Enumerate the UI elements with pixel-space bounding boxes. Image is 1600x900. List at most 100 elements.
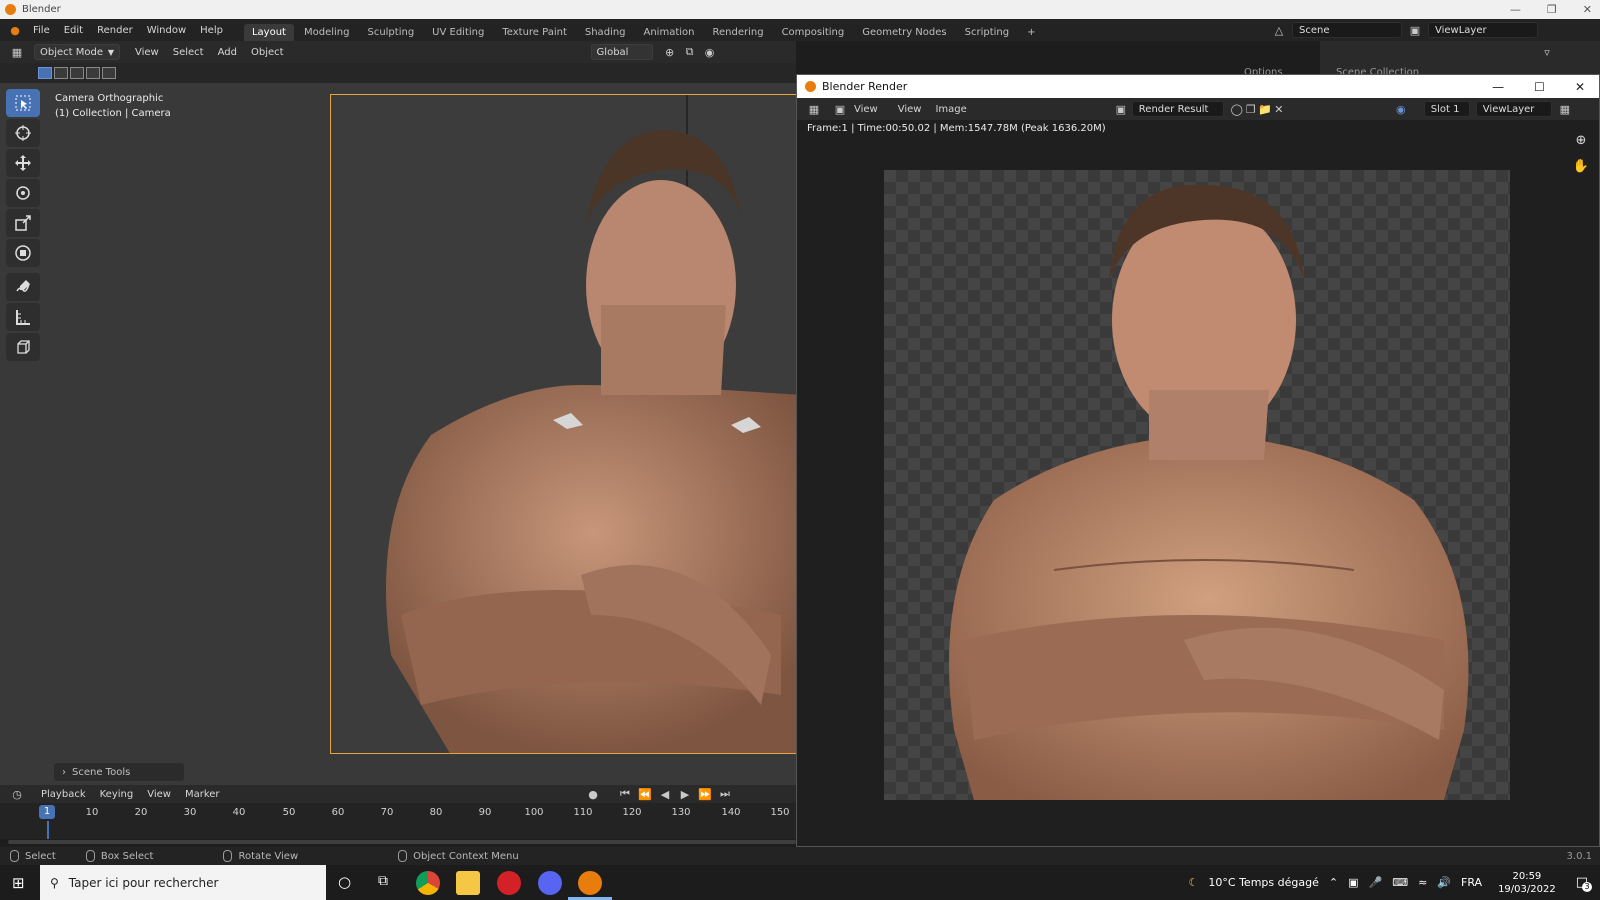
tray-app-icon[interactable]: ▣ [1348, 876, 1358, 889]
prev-keyframe-icon[interactable]: ⏪ [638, 787, 652, 801]
volume-icon[interactable]: 🔊 [1437, 876, 1451, 889]
menu-file[interactable]: File [26, 25, 57, 36]
tab-scripting[interactable]: Scripting [957, 24, 1017, 41]
image-browse-icon[interactable]: ▣ [1114, 102, 1128, 116]
view-layer-icon[interactable]: ▣ [1408, 23, 1422, 37]
image-view-mode-icon[interactable]: ▣ [833, 102, 847, 116]
snap-icon[interactable]: ⧉ [683, 45, 697, 59]
cursor-tool[interactable] [6, 119, 40, 147]
chrome-icon[interactable] [416, 871, 440, 895]
transform-tool[interactable] [6, 239, 40, 267]
notification-icon[interactable]: □ 3 [1576, 875, 1592, 892]
menu-timeline-view[interactable]: View [140, 789, 178, 800]
menu-help[interactable]: Help [193, 25, 230, 36]
tab-uv-editing[interactable]: UV Editing [424, 24, 492, 41]
vp-menu-add[interactable]: Add [211, 47, 244, 58]
play-icon[interactable]: ▶ [678, 787, 692, 801]
cortana-icon[interactable]: ○ [338, 873, 351, 891]
select-extend-button[interactable] [54, 67, 68, 79]
maximize-icon[interactable]: ☐ [1534, 80, 1545, 94]
timeline-scrollbar[interactable] [8, 840, 796, 844]
menu-marker[interactable]: Marker [178, 789, 227, 800]
rotate-tool[interactable] [6, 179, 40, 207]
unlink-icon[interactable]: ✕ [1272, 102, 1286, 116]
close-icon[interactable]: ✕ [1583, 3, 1592, 16]
render-result-image[interactable] [884, 170, 1510, 800]
weather-text[interactable]: 10°C Temps dégagé [1208, 876, 1318, 889]
blender-taskbar-icon[interactable] [578, 871, 602, 895]
language-indicator[interactable]: FRA [1461, 876, 1482, 889]
blender-menu-icon[interactable]: ● [8, 23, 22, 37]
tab-modeling[interactable]: Modeling [296, 24, 358, 41]
select-intersect-button[interactable] [102, 67, 116, 79]
chevron-up-icon[interactable]: ⌃ [1329, 876, 1338, 889]
minimize-icon[interactable]: — [1510, 3, 1521, 16]
wifi-icon[interactable]: ≈ [1418, 876, 1427, 889]
tab-layout[interactable]: Layout [243, 24, 294, 41]
scene-field[interactable]: Scene [1292, 22, 1402, 38]
editor-type-icon[interactable]: ▦ [10, 45, 24, 59]
image-name-field[interactable]: Render Result [1131, 101, 1224, 117]
keyboard-icon[interactable]: ⌨ [1392, 876, 1408, 889]
transform-orientation-dropdown[interactable]: Global [590, 44, 653, 60]
taskbar-search[interactable]: ⚲ Taper ici pour rechercher [40, 865, 326, 900]
select-subtract-button[interactable] [70, 67, 84, 79]
tab-geometry-nodes[interactable]: Geometry Nodes [854, 24, 954, 41]
view-layer-field[interactable]: ViewLayer [1428, 22, 1538, 38]
windows-start-icon[interactable]: ⊞ [12, 874, 25, 892]
image-menu-view[interactable]: View [891, 104, 929, 115]
play-reverse-icon[interactable]: ◀ [658, 787, 672, 801]
image-menu-image[interactable]: Image [928, 104, 973, 115]
vp-menu-view[interactable]: View [128, 47, 166, 58]
jump-end-icon[interactable]: ⏭ [718, 787, 732, 801]
add-cube-tool[interactable] [6, 333, 40, 361]
tab-animation[interactable]: Animation [636, 24, 703, 41]
image-menu-view-mode[interactable]: View [847, 104, 885, 115]
render-window-titlebar[interactable]: Blender Render — ☐ ✕ [797, 75, 1599, 98]
tab-shading[interactable]: Shading [577, 24, 634, 41]
task-view-icon[interactable]: ⧉ [378, 873, 388, 889]
image-editor-type-icon[interactable]: ▦ [807, 102, 821, 116]
select-box-tool[interactable] [6, 89, 40, 117]
select-invert-button[interactable] [86, 67, 100, 79]
next-keyframe-icon[interactable]: ⏩ [698, 787, 712, 801]
pivot-icon[interactable]: ⊕ [663, 45, 677, 59]
gizmo-icon[interactable]: ◉ [1394, 102, 1408, 116]
pan-hand-icon[interactable]: ✋ [1571, 156, 1591, 176]
restore-icon[interactable]: ❐ [1547, 3, 1557, 16]
measure-tool[interactable] [6, 303, 40, 331]
current-frame-indicator[interactable]: 1 [39, 805, 55, 819]
open-folder-icon[interactable]: 📁 [1258, 102, 1272, 116]
render-view-layer-dropdown[interactable]: ViewLayer [1475, 101, 1552, 117]
zoom-icon[interactable]: ⊕ [1571, 130, 1591, 150]
file-explorer-icon[interactable] [456, 871, 480, 895]
record-icon[interactable]: ● [586, 787, 600, 801]
clock[interactable]: 20:59 19/03/2022 [1498, 870, 1556, 896]
minimize-icon[interactable]: — [1492, 80, 1504, 94]
tab-texture-paint[interactable]: Texture Paint [494, 24, 575, 41]
vp-menu-object[interactable]: Object [244, 47, 291, 58]
close-icon[interactable]: ✕ [1575, 80, 1585, 94]
mode-dropdown[interactable]: Object Mode ▼ [34, 44, 120, 60]
new-image-icon[interactable]: ❐ [1244, 102, 1258, 116]
filter-icon[interactable]: ▿ [1540, 45, 1554, 59]
3d-viewport[interactable]: Camera Orthographic (1) Collection | Cam… [0, 83, 796, 785]
slot-dropdown[interactable]: Slot 1 [1423, 101, 1470, 117]
opera-icon[interactable] [497, 871, 521, 895]
menu-playback[interactable]: Playback [34, 789, 93, 800]
tab-rendering[interactable]: Rendering [704, 24, 771, 41]
menu-keying[interactable]: Keying [93, 789, 141, 800]
tab-compositing[interactable]: Compositing [774, 24, 853, 41]
timeline-ruler[interactable]: 1 10 20 30 40 50 60 70 80 90 100 110 120… [0, 803, 796, 839]
discord-icon[interactable] [538, 871, 562, 895]
menu-edit[interactable]: Edit [57, 25, 90, 36]
fake-user-icon[interactable]: ◯ [1230, 102, 1244, 116]
tab-sculpting[interactable]: Sculpting [359, 24, 422, 41]
proportional-edit-icon[interactable]: ◉ [703, 45, 717, 59]
add-workspace-button[interactable]: + [1019, 24, 1043, 41]
annotate-tool[interactable] [6, 273, 40, 301]
scale-tool[interactable] [6, 209, 40, 237]
menu-render[interactable]: Render [90, 25, 140, 36]
menu-window[interactable]: Window [140, 25, 193, 36]
select-new-button[interactable] [38, 67, 52, 79]
